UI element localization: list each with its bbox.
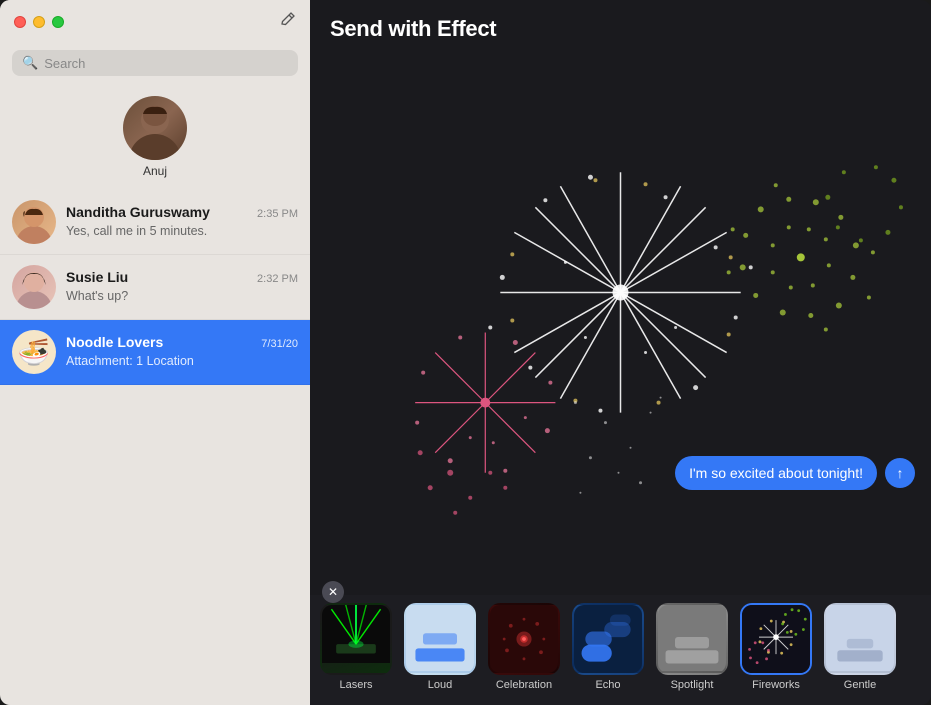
effect-label-fireworks: Fireworks [752,679,800,691]
effect-thumbnail-spotlight [656,603,728,675]
conversation-info: Noodle Lovers 7/31/20 Attachment: 1 Loca… [66,334,298,370]
avatar [12,200,56,244]
conversation-info: Nanditha Guruswamy 2:35 PM Yes, call me … [66,204,298,240]
effects-strip: Lasers Loud [310,595,931,705]
sidebar: 🔍 Anuj [0,0,310,705]
conversation-preview: What's up? [66,289,128,303]
conversation-time: 2:32 PM [257,273,298,285]
minimize-button[interactable] [33,16,45,28]
effect-title: Send with Effect [330,16,496,41]
send-button[interactable]: ↑ [885,458,915,488]
pinned-contact-name: Anuj [143,164,167,178]
effect-thumbnail-lasers [320,603,392,675]
traffic-lights [14,16,64,28]
effect-item-fireworks[interactable]: Fireworks [736,603,816,691]
conversation-noodle[interactable]: 🍜 Noodle Lovers 7/31/20 Attachment: 1 Lo… [0,320,310,385]
effect-item-loud[interactable]: Loud [400,603,480,691]
maximize-button[interactable] [52,16,64,28]
compose-icon[interactable] [280,12,296,33]
title-bar [0,0,310,44]
effect-item-celebration[interactable]: Celebration [484,603,564,691]
effect-item-echo[interactable]: Echo [568,603,648,691]
effect-label-echo: Echo [595,679,620,691]
main-content: Send with Effect [310,0,931,705]
close-button[interactable] [14,16,26,28]
avatar [123,96,187,160]
search-input[interactable] [44,56,288,71]
effect-label-spotlight: Spotlight [671,679,714,691]
conversation-name: Noodle Lovers [66,334,163,350]
avatar [12,265,56,309]
conversation-time: 2:35 PM [257,208,298,220]
conversation-time: 7/31/20 [261,338,298,350]
effect-thumbnail-gentle [824,603,896,675]
send-icon: ↑ [897,465,904,481]
fireworks-area: I'm so excited about tonight! ↑ [310,50,931,595]
close-effects-button[interactable]: ✕ [322,581,344,603]
effect-thumbnail-loud [404,603,476,675]
conversation-info: Susie Liu 2:32 PM What's up? [66,269,298,305]
effect-item-lasers[interactable]: Lasers [316,603,396,691]
effect-thumbnail-echo [572,603,644,675]
search-bar: 🔍 [12,50,298,76]
conversation-name: Susie Liu [66,269,128,285]
conversation-susie[interactable]: Susie Liu 2:32 PM What's up? [0,255,310,320]
effect-label-gentle: Gentle [844,679,876,691]
conversation-nanditha[interactable]: Nanditha Guruswamy 2:35 PM Yes, call me … [0,190,310,255]
effect-label-lasers: Lasers [339,679,372,691]
effect-thumbnail-celebration [488,603,560,675]
effect-item-gentle[interactable]: Gentle [820,603,900,691]
effect-header: Send with Effect [310,0,931,50]
search-icon: 🔍 [22,55,38,71]
message-bubble: I'm so excited about tonight! [675,456,877,490]
effect-thumbnail-fireworks [740,603,812,675]
contact-list: Anuj Nanditha Guruswamy 2:35 PM Yes, cal… [0,86,310,705]
avatar: 🍜 [12,330,56,374]
effect-item-spotlight[interactable]: Spotlight [652,603,732,691]
effect-label-celebration: Celebration [496,679,552,691]
message-area: I'm so excited about tonight! ↑ [675,456,915,490]
conversation-name: Nanditha Guruswamy [66,204,210,220]
pinned-contact-anuj[interactable]: Anuj [0,86,310,190]
conversation-preview: Attachment: 1 Location [66,354,194,368]
effect-label-loud: Loud [428,679,452,691]
conversation-preview: Yes, call me in 5 minutes. [66,224,207,238]
